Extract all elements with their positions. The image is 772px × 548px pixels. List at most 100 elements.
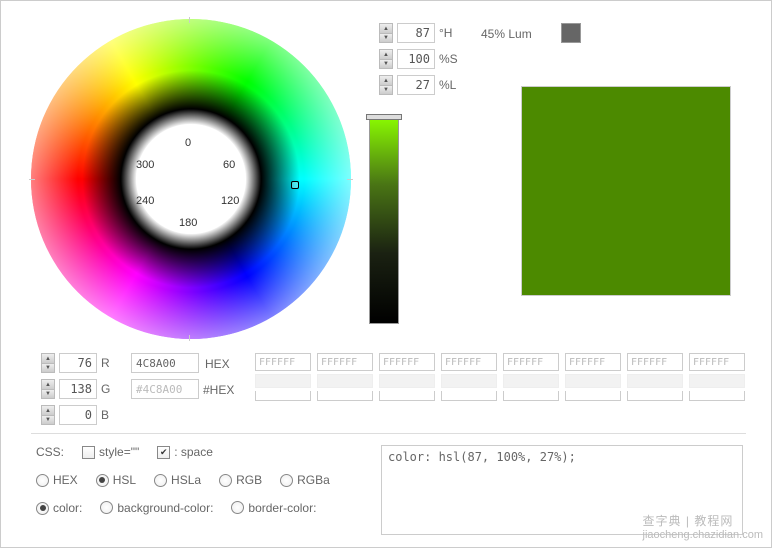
light-unit-label: %L: [439, 78, 456, 92]
space-checkbox-label[interactable]: ✔: space: [157, 445, 213, 459]
space-checkbox[interactable]: ✔: [157, 446, 170, 459]
red-spinner: ▲▼ R: [41, 353, 110, 373]
palette-swatch-secondary[interactable]: [565, 391, 621, 401]
palette-slot: [565, 353, 621, 401]
palette-swatch[interactable]: [255, 374, 311, 388]
hue-unit-label: °H: [439, 26, 452, 40]
green-down-button[interactable]: ▼: [41, 389, 55, 399]
luminance-label: 45% Lum: [481, 27, 532, 41]
css-options-row: CSS: style="" ✔: space: [36, 445, 213, 459]
palette-swatch-secondary[interactable]: [317, 391, 373, 401]
palette-slot: [441, 353, 497, 401]
palette-hex-input[interactable]: [565, 353, 621, 371]
palette-swatch-secondary[interactable]: [379, 391, 435, 401]
hex-label: HEX: [205, 357, 230, 371]
palette-swatch[interactable]: [441, 374, 497, 388]
red-unit-label: R: [101, 356, 110, 370]
palette-swatch[interactable]: [379, 374, 435, 388]
hue-input[interactable]: [397, 23, 435, 43]
hue-up-button[interactable]: ▲: [379, 23, 393, 33]
light-up-button[interactable]: ▲: [379, 75, 393, 85]
style-attr-checkbox[interactable]: [82, 446, 95, 459]
css-label: CSS:: [36, 445, 64, 459]
hex-input[interactable]: [131, 353, 199, 373]
palette-hex-input[interactable]: [689, 353, 745, 371]
palette-hex-input[interactable]: [441, 353, 497, 371]
palette-slot: [689, 353, 745, 401]
palette-hex-input[interactable]: [627, 353, 683, 371]
blue-up-button[interactable]: ▲: [41, 405, 55, 415]
style-attr-checkbox-label[interactable]: style="": [82, 445, 139, 459]
blue-input[interactable]: [59, 405, 97, 425]
format-rgb-radio[interactable]: RGB: [219, 473, 262, 487]
palette-swatch-secondary[interactable]: [627, 391, 683, 401]
saturation-input[interactable]: [397, 49, 435, 69]
radio-icon[interactable]: [219, 474, 232, 487]
palette-swatch-secondary[interactable]: [689, 391, 745, 401]
blue-spinner: ▲▼ B: [41, 405, 109, 425]
sat-down-button[interactable]: ▼: [379, 59, 393, 69]
palette-slot: [503, 353, 559, 401]
palette-swatch-secondary[interactable]: [255, 391, 311, 401]
property-bgcolor-radio[interactable]: background-color:: [100, 501, 213, 515]
saturation-spinner: ▲▼ %S: [379, 49, 458, 69]
green-spinner: ▲▼ G: [41, 379, 110, 399]
palette-swatch[interactable]: [317, 374, 373, 388]
palette-swatch[interactable]: [503, 374, 559, 388]
lightness-slider[interactable]: [369, 114, 399, 324]
light-down-button[interactable]: ▼: [379, 85, 393, 95]
hash-hex-input[interactable]: [131, 379, 199, 399]
wheel-tick: [347, 179, 353, 180]
wheel-tick: [29, 179, 35, 180]
color-wheel[interactable]: 0 60 120 180 240 300: [31, 19, 351, 339]
wheel-label-60: 60: [223, 159, 235, 171]
green-unit-label: G: [101, 382, 110, 396]
palette-hex-input[interactable]: [255, 353, 311, 371]
palette-hex-input[interactable]: [317, 353, 373, 371]
palette-slot: [379, 353, 435, 401]
red-up-button[interactable]: ▲: [41, 353, 55, 363]
radio-icon[interactable]: [100, 501, 113, 514]
format-hsl-radio[interactable]: HSL: [96, 473, 136, 487]
blue-down-button[interactable]: ▼: [41, 415, 55, 425]
green-up-button[interactable]: ▲: [41, 379, 55, 389]
palette-hex-input[interactable]: [379, 353, 435, 371]
property-bordercolor-radio[interactable]: border-color:: [231, 501, 316, 515]
wheel-label-240: 240: [136, 195, 154, 207]
palette-hex-input[interactable]: [503, 353, 559, 371]
color-wheel-marker[interactable]: [291, 181, 299, 189]
wheel-label-180: 180: [179, 217, 197, 229]
palette-swatch[interactable]: [689, 374, 745, 388]
wheel-tick: [189, 335, 190, 341]
red-input[interactable]: [59, 353, 97, 373]
palette-swatch[interactable]: [565, 374, 621, 388]
palette-slot: [255, 353, 311, 401]
watermark: 查字典 | 教程网 jiaocheng.chazidian.com: [643, 512, 763, 541]
divider: [31, 433, 746, 434]
red-down-button[interactable]: ▼: [41, 363, 55, 373]
luminance-swatch: [561, 23, 581, 43]
radio-icon[interactable]: [231, 501, 244, 514]
format-hex-radio[interactable]: HEX: [36, 473, 78, 487]
format-rgba-radio[interactable]: RGBa: [280, 473, 330, 487]
radio-icon[interactable]: [280, 474, 293, 487]
palette-swatch[interactable]: [627, 374, 683, 388]
wheel-label-300: 300: [136, 159, 154, 171]
format-hsla-radio[interactable]: HSLa: [154, 473, 201, 487]
property-color-radio[interactable]: color:: [36, 501, 82, 515]
radio-icon[interactable]: [96, 474, 109, 487]
green-input[interactable]: [59, 379, 97, 399]
palette-slot: [317, 353, 373, 401]
lightness-input[interactable]: [397, 75, 435, 95]
palette-swatch-secondary[interactable]: [441, 391, 497, 401]
hue-down-button[interactable]: ▼: [379, 33, 393, 43]
radio-icon[interactable]: [36, 502, 49, 515]
radio-icon[interactable]: [154, 474, 167, 487]
lightness-slider-handle[interactable]: [366, 114, 402, 120]
palette-swatch-secondary[interactable]: [503, 391, 559, 401]
radio-icon[interactable]: [36, 474, 49, 487]
hue-spinner: ▲▼ °H: [379, 23, 452, 43]
sat-up-button[interactable]: ▲: [379, 49, 393, 59]
sat-unit-label: %S: [439, 52, 458, 66]
wheel-tick: [189, 17, 190, 23]
